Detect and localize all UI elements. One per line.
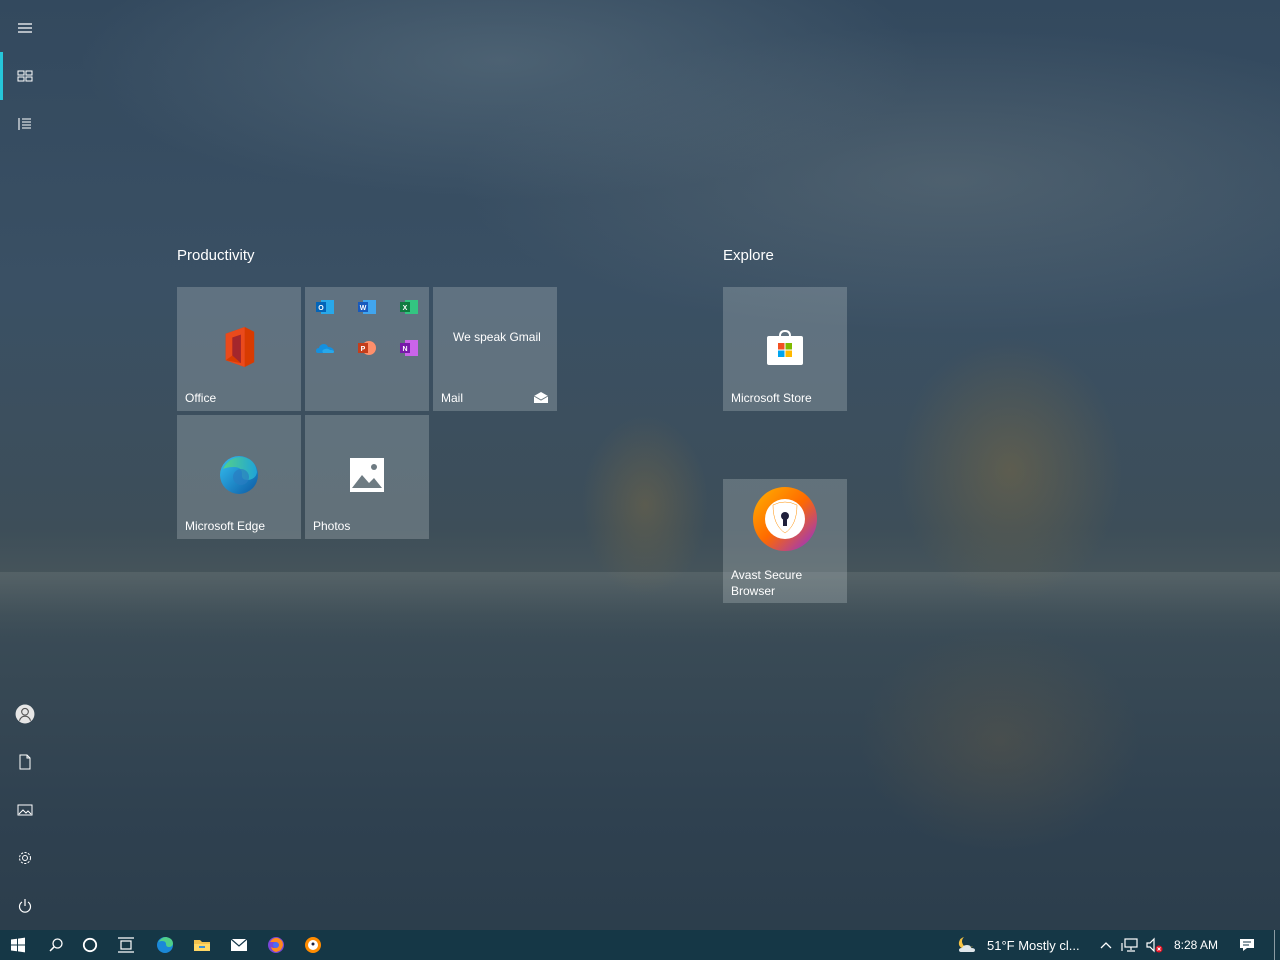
- photos-icon: [350, 458, 384, 492]
- network-button[interactable]: [1118, 930, 1142, 960]
- chevron-up-icon: [1100, 942, 1112, 949]
- tile-microsoft-store[interactable]: Microsoft Store: [723, 287, 847, 411]
- outlook-icon: O: [316, 300, 334, 314]
- windows-logo-icon: [11, 937, 25, 953]
- weather-widget-icon-button[interactable]: [952, 930, 982, 960]
- pictures-button[interactable]: [0, 786, 50, 834]
- document-icon: [19, 754, 31, 770]
- gear-icon: [19, 852, 31, 864]
- mail-envelope-icon: [533, 392, 549, 403]
- onedrive-icon: [316, 344, 334, 353]
- task-view-icon: [118, 937, 134, 953]
- avast-browser-icon: [305, 937, 321, 953]
- tile-label: Office: [185, 391, 217, 405]
- taskbar-mail[interactable]: [221, 930, 257, 960]
- action-center-button[interactable]: [1232, 930, 1262, 960]
- power-icon: [18, 899, 32, 913]
- search-button[interactable]: [38, 930, 74, 960]
- start-button[interactable]: [0, 930, 36, 960]
- mail-live-text: We speak Gmail: [453, 330, 541, 344]
- wallpaper-horizon: [0, 572, 1280, 642]
- clock[interactable]: 8:28 AM: [1168, 930, 1224, 960]
- hamburger-menu-button[interactable]: [0, 4, 50, 52]
- list-icon: [18, 118, 31, 130]
- settings-button[interactable]: [0, 834, 50, 882]
- all-apps-button[interactable]: [0, 100, 50, 148]
- group-title-productivity[interactable]: Productivity: [177, 247, 255, 264]
- moon-cloud-icon: [958, 937, 975, 952]
- user-avatar-icon: [15, 704, 35, 724]
- cortana-button[interactable]: [72, 930, 108, 960]
- svg-text:W: W: [360, 305, 367, 312]
- show-desktop-button[interactable]: [1274, 930, 1280, 960]
- edge-icon: [157, 937, 173, 953]
- tile-office-apps-folder[interactable]: O W X P N: [305, 287, 429, 411]
- folder-icon: [194, 940, 210, 951]
- tile-label: Photos: [313, 519, 351, 533]
- taskbar: 51°F Mostly cl... 8:28 AM: [0, 930, 1280, 960]
- volume-muted-icon: [1146, 937, 1163, 953]
- task-view-button[interactable]: [108, 930, 144, 960]
- edge-icon: [220, 456, 258, 494]
- cortana-circle-icon: [82, 937, 98, 953]
- taskbar-file-explorer[interactable]: [184, 930, 220, 960]
- office-icon: [225, 327, 255, 367]
- tiles-grid-icon: [17, 70, 33, 82]
- pinned-tiles-button[interactable]: [0, 52, 50, 100]
- onenote-icon: N: [400, 340, 418, 356]
- volume-button[interactable]: [1142, 930, 1166, 960]
- svg-text:O: O: [318, 305, 324, 312]
- group-title-explore[interactable]: Explore: [723, 247, 774, 264]
- notification-icon: [1240, 939, 1254, 951]
- picture-icon: [17, 804, 33, 816]
- tile-mail[interactable]: We speak Gmail Mail: [433, 287, 557, 411]
- taskbar-firefox[interactable]: [258, 930, 294, 960]
- tile-label: Microsoft Store: [731, 391, 812, 405]
- network-icon: [1121, 938, 1138, 952]
- tile-microsoft-edge[interactable]: Microsoft Edge: [177, 415, 301, 539]
- power-button[interactable]: [0, 882, 50, 930]
- firefox-icon: [268, 937, 284, 953]
- hamburger-icon: [18, 23, 32, 33]
- powerpoint-icon: P: [358, 341, 376, 355]
- word-icon: W: [358, 300, 376, 314]
- excel-icon: X: [400, 300, 418, 314]
- tile-label: Microsoft Edge: [185, 519, 266, 533]
- taskbar-avast[interactable]: [295, 930, 331, 960]
- account-button[interactable]: [0, 690, 50, 738]
- show-hidden-icons-button[interactable]: [1096, 930, 1116, 960]
- avast-browser-icon: [753, 487, 817, 551]
- mail-icon: [230, 938, 248, 951]
- start-left-rail: [0, 0, 50, 930]
- svg-text:X: X: [403, 305, 408, 312]
- search-icon: [49, 938, 63, 952]
- tile-label: Mail: [441, 391, 464, 405]
- tile-photos[interactable]: Photos: [305, 415, 429, 539]
- svg-text:P: P: [361, 346, 366, 353]
- taskbar-edge[interactable]: [147, 930, 183, 960]
- tile-label: Avast Secure Browser: [731, 568, 803, 598]
- documents-button[interactable]: [0, 738, 50, 786]
- tile-avast-secure-browser[interactable]: Avast Secure Browser: [723, 479, 847, 603]
- weather-text[interactable]: 51°F Mostly cl...: [987, 930, 1093, 960]
- store-bag-icon: [767, 329, 803, 365]
- svg-text:N: N: [402, 346, 407, 353]
- tile-office[interactable]: Office: [177, 287, 301, 411]
